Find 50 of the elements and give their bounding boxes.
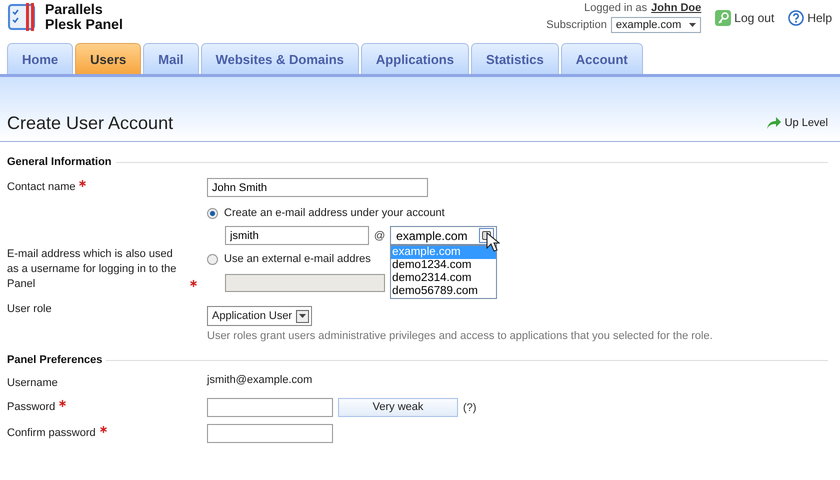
subscription-dropdown[interactable]: example.com: [610, 17, 702, 33]
domain-option[interactable]: demo2314.com: [391, 272, 496, 285]
nav-tab[interactable]: Account: [560, 43, 643, 74]
brand-name: Plesk Panel: [45, 17, 123, 32]
domain-option[interactable]: demo1234.com: [391, 259, 496, 272]
nav-tab[interactable]: Websites & Domains: [200, 43, 359, 74]
logo-icon: [7, 2, 37, 32]
up-arrow-icon: [766, 116, 782, 130]
confirm-password-field[interactable]: [207, 424, 333, 443]
section-heading: General Information: [7, 156, 112, 168]
key-icon: [715, 10, 732, 26]
external-email-field[interactable]: [225, 274, 385, 292]
nav-tab[interactable]: Users: [75, 43, 142, 74]
field-label: Confirm password: [7, 427, 96, 439]
subscription-label: Subscription: [546, 19, 607, 31]
username-value: jsmith@example.com: [207, 374, 312, 386]
user-link[interactable]: John Doe: [651, 2, 702, 14]
brand-name: Parallels: [45, 2, 104, 17]
contact-name-field[interactable]: John Smith: [207, 178, 428, 197]
nav-tab[interactable]: Applications: [360, 43, 469, 74]
domain-option[interactable]: demo56789.com: [391, 285, 496, 298]
up-level-link[interactable]: Up Level: [766, 116, 828, 130]
nav-tab[interactable]: Home: [7, 43, 74, 74]
password-field[interactable]: [207, 398, 333, 417]
field-label: User role: [7, 303, 52, 315]
radio-label[interactable]: Create an e-mail address under your account: [224, 207, 445, 219]
nav-tab[interactable]: Statistics: [470, 43, 559, 74]
logged-in-label: Logged in as: [584, 2, 648, 14]
help-link[interactable]: Help: [788, 10, 832, 26]
caret-icon: [299, 314, 306, 318]
field-label: Password: [7, 401, 56, 413]
help-icon: [788, 10, 804, 26]
field-label: Username: [7, 377, 58, 389]
radio-button[interactable]: [207, 208, 218, 218]
page-title: Create User Account: [7, 113, 174, 134]
field-label: Contact name: [7, 181, 76, 193]
section-heading: Panel Preferences: [7, 354, 102, 366]
user-role-dropdown[interactable]: Application User: [207, 306, 312, 326]
mailbox-field[interactable]: jsmith: [225, 226, 369, 245]
logout-link[interactable]: Log out: [715, 10, 774, 26]
field-hint: User roles grant users administrative privileges and access to applications that you selected for the role.: [207, 330, 714, 342]
radio-button[interactable]: [207, 254, 218, 264]
caret-icon: [689, 23, 696, 27]
help-link[interactable]: (?): [463, 402, 476, 414]
at-sign: @: [374, 230, 386, 242]
domain-dropdown[interactable]: example.com: [390, 226, 498, 245]
nav-tab[interactable]: Mail: [143, 43, 199, 74]
password-strength: Very weak: [338, 398, 458, 417]
radio-label[interactable]: Use an external e-mail addres: [224, 253, 371, 265]
field-label: E-mail address which is also used as a username for logging in to the Panel: [7, 247, 178, 292]
